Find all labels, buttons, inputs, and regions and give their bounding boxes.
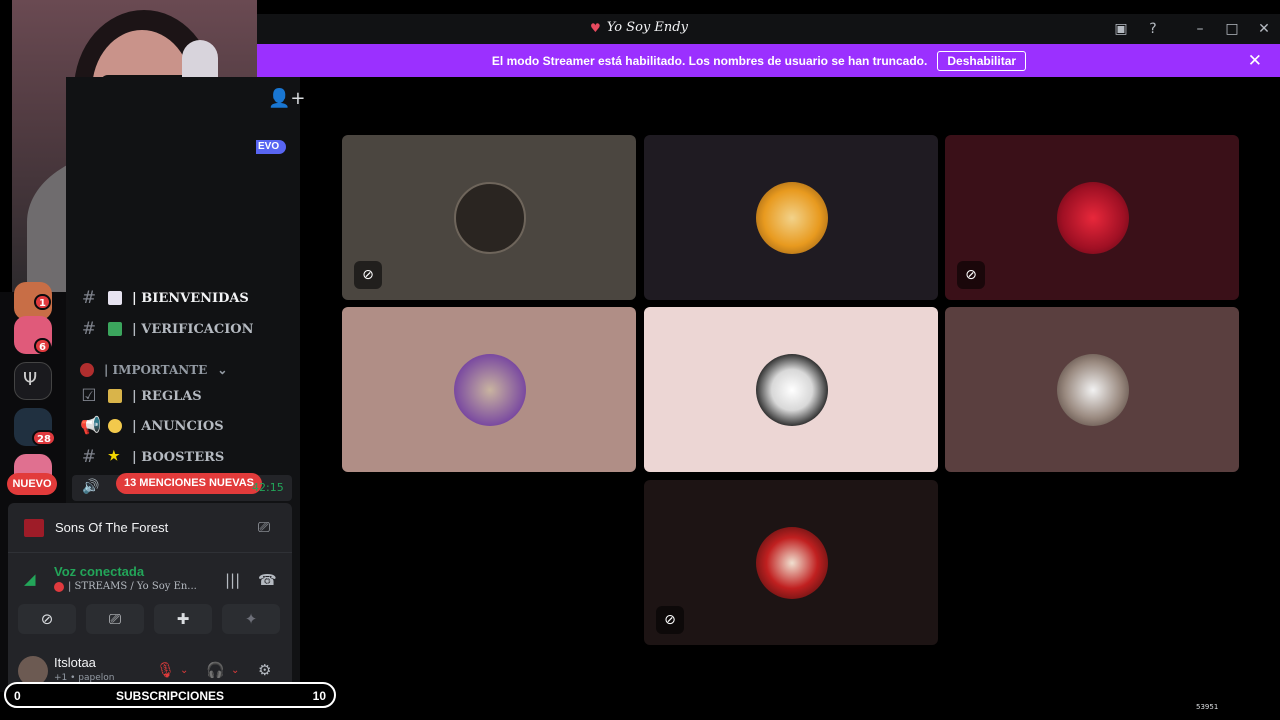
screen-share-icon: ⎚ (108, 610, 121, 628)
chevron-down-icon: ⌄ (217, 363, 228, 377)
participant-tile[interactable] (644, 307, 938, 472)
mic-muted-icon[interactable]: 🎙 (156, 661, 175, 679)
game-icon (24, 519, 44, 537)
chevron-down-icon[interactable]: ⌄ (180, 665, 188, 676)
headset-deafened-icon[interactable]: 🎧 (206, 661, 225, 679)
participant-tile[interactable]: ⊘ (342, 135, 636, 300)
participant-tile[interactable] (644, 135, 938, 300)
no-entry-icon (54, 581, 64, 592)
corner-number: 53951 (1196, 703, 1219, 711)
participant-tile[interactable] (945, 307, 1239, 472)
avatar (756, 354, 828, 426)
minimize-button[interactable]: – (1191, 20, 1209, 38)
heart-icon: ♥ (590, 20, 601, 35)
server-badge: 6 (34, 338, 51, 354)
megaphone-icon: 📢 (80, 416, 102, 436)
title-bar: ♥ Yo Soy Endy ▣ ? – □ ✕ (256, 14, 1280, 44)
add-member-icon[interactable]: 👤+ (268, 88, 306, 109)
participant-tile[interactable] (342, 307, 636, 472)
voice-timer: 42:15 (252, 481, 284, 494)
bell-icon (108, 419, 122, 433)
avatar (756, 182, 828, 254)
window-title: ♥ Yo Soy Endy (590, 20, 688, 35)
avatar (454, 182, 526, 254)
subscriptions-goal: 10 (312, 689, 326, 703)
streamer-mode-banner: El modo Streamer está habilitado. Los no… (256, 44, 1280, 77)
activities-button[interactable]: ✚ (154, 604, 212, 634)
camera-off-icon: ⊘ (656, 606, 684, 634)
camera-off-icon: ⊘ (40, 610, 54, 628)
checkmark-icon (108, 322, 122, 336)
settings-gear-icon[interactable]: ⚙ (258, 661, 271, 679)
stream-game-icon[interactable]: ⎚ (258, 518, 270, 536)
server-icon[interactable]: Ψ (14, 362, 52, 400)
category-importante[interactable]: | IMPORTANTE ⌄ (80, 358, 227, 382)
channel-bienvenidas[interactable]: # | BIENVENIDAS (80, 286, 249, 310)
nuevo-tag: EVO (256, 140, 286, 154)
channel-boosters[interactable]: # ★ | BOOSTERS (80, 445, 224, 469)
rules-icon: ☑ (81, 386, 97, 406)
banner-close-icon[interactable]: ✕ (1248, 51, 1262, 71)
voice-channel-name: | STREAMS / Yo Soy En... (54, 581, 197, 592)
hash-icon: # (81, 319, 97, 339)
discord-window: ♥ Yo Soy Endy ▣ ? – □ ✕ El modo Streamer… (0, 0, 1280, 720)
server-logo-icon: Ψ (23, 369, 38, 390)
signal-icon: ◢ (24, 570, 36, 588)
star-icon: ★ (108, 449, 120, 464)
books-icon (108, 389, 122, 403)
avatar (1057, 182, 1129, 254)
game-name: Sons Of The Forest (55, 520, 169, 535)
activities-icon: ✚ (176, 610, 190, 628)
nuevo-pill[interactable]: NUEVO (7, 473, 57, 495)
subscriptions-label: SUBSCRIPCIONES (115, 689, 225, 703)
server-badge: 28 (32, 430, 56, 446)
participant-tile[interactable]: ⊘ (945, 135, 1239, 300)
channel-anuncios[interactable]: 📢 | ANUNCIOS (80, 414, 224, 438)
no-entry-icon (80, 363, 94, 377)
close-window-button[interactable]: ✕ (1255, 20, 1273, 38)
subscriptions-bar: 0 SUBSCRIPCIONES 10 (4, 682, 336, 708)
soundboard-button[interactable]: ✦ (222, 604, 280, 634)
channel-verificacion[interactable]: # | VERIFICACION (80, 317, 254, 341)
noise-suppression-icon[interactable]: ||| (225, 571, 240, 589)
channel-reglas[interactable]: ☑ | REGLAS (80, 384, 201, 408)
screen-share-button[interactable]: ⎚ (86, 604, 144, 634)
participant-tile[interactable]: ⊘ (644, 480, 938, 645)
hash-icon: # (81, 288, 97, 308)
maximize-button[interactable]: □ (1223, 20, 1241, 38)
avatar (756, 527, 828, 599)
soundboard-icon: ✦ (244, 610, 258, 628)
avatar (454, 354, 526, 426)
banner-text: El modo Streamer está habilitado. Los no… (491, 53, 928, 68)
disable-streamer-button[interactable]: Deshabilitar (937, 50, 1027, 71)
avatar (1057, 354, 1129, 426)
username: Itslotaa (54, 655, 96, 670)
camera-off-icon: ⊘ (957, 261, 985, 289)
help-icon[interactable]: ? (1144, 20, 1162, 38)
envelope-icon (108, 291, 122, 305)
hash-icon: # (81, 447, 97, 467)
server-badge: 1 (34, 294, 51, 310)
voice-connected-status[interactable]: Voz conectada (54, 564, 144, 579)
new-mentions-pill[interactable]: 13 MENCIONES NUEVAS (116, 473, 262, 494)
camera-off-icon: ⊘ (354, 261, 382, 289)
camera-off-button[interactable]: ⊘ (18, 604, 76, 634)
disconnect-icon[interactable]: ☎ (258, 571, 277, 589)
chevron-down-icon[interactable]: ⌄ (231, 665, 239, 676)
speaker-icon: 🔊 (82, 479, 100, 495)
inbox-icon[interactable]: ▣ (1112, 20, 1130, 38)
